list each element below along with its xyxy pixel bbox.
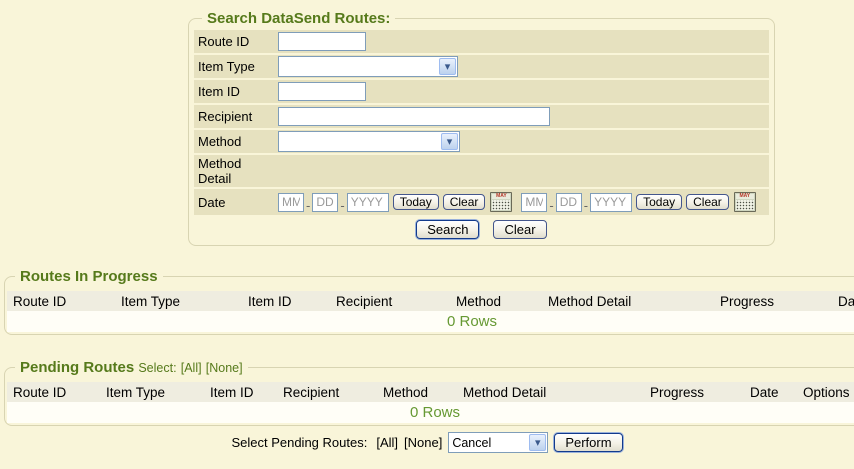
pending-action-all-link[interactable]: [All] <box>376 435 398 450</box>
search-datasend-routes-form: Search DataSend Routes: Route ID Item Ty… <box>188 10 775 246</box>
perform-button[interactable]: Perform <box>554 433 622 452</box>
col-progress: Progress <box>644 382 744 402</box>
table-row: 0 Rows <box>7 311 854 332</box>
date-from-day-input[interactable] <box>312 193 338 212</box>
route-id-label: Route ID <box>198 34 278 49</box>
col-item-id: Item ID <box>242 291 330 311</box>
date-from-today-button[interactable]: Today <box>393 194 439 210</box>
empty-rows-label: 0 Rows <box>7 402 854 423</box>
method-row: Method ▾ <box>194 130 769 153</box>
date-separator: - <box>549 198 553 213</box>
date-to-day-input[interactable] <box>556 193 582 212</box>
route-id-row: Route ID <box>194 30 769 53</box>
pending-routes-table: Route ID Item Type Item ID Recipient Met… <box>7 382 854 423</box>
item-type-row: Item Type ▾ <box>194 55 769 78</box>
recipient-input[interactable] <box>278 107 550 126</box>
pending-action-row: Select Pending Routes: [All] [None] Canc… <box>0 432 854 453</box>
search-form-legend: Search DataSend Routes: <box>202 10 395 27</box>
pending-routes-section: Pending Routes Select: [All] [None] Rout… <box>4 359 854 426</box>
date-label: Date <box>198 195 278 210</box>
pending-action-select-value: Cancel <box>452 436 491 450</box>
pending-action-none-link[interactable]: [None] <box>404 435 442 450</box>
method-detail-row: Method Detail <box>194 155 769 187</box>
col-method: Method <box>450 291 542 311</box>
col-recipient: Recipient <box>277 382 377 402</box>
recipient-label: Recipient <box>198 109 278 124</box>
col-route-id: Route ID <box>7 382 100 402</box>
method-label: Method <box>198 134 278 149</box>
calendar-grid <box>492 200 510 210</box>
col-item-type: Item Type <box>115 291 242 311</box>
table-header-row: Route ID Item Type Item ID Recipient Met… <box>7 382 854 402</box>
col-options: Options <box>797 382 854 402</box>
search-form-buttons: Search Clear <box>194 220 769 239</box>
routes-in-progress-table: Route ID Item Type Item ID Recipient Met… <box>7 291 854 332</box>
chevron-down-icon[interactable]: ▾ <box>441 133 458 150</box>
search-button[interactable]: Search <box>416 220 479 239</box>
date-from-clear-button[interactable]: Clear <box>443 194 486 210</box>
date-to-group: - - Today Clear MAY <box>521 192 755 212</box>
empty-rows-label: 0 Rows <box>7 311 854 332</box>
pending-select-label: Select: <box>138 361 176 375</box>
date-separator: - <box>584 198 588 213</box>
calendar-icon[interactable]: MAY <box>490 192 512 212</box>
date-from-year-input[interactable] <box>347 193 389 212</box>
col-method: Method <box>377 382 457 402</box>
pending-select-all-link[interactable]: [All] <box>181 361 202 375</box>
date-to-clear-button[interactable]: Clear <box>686 194 729 210</box>
date-to-month-input[interactable] <box>521 193 547 212</box>
col-date: Date <box>744 382 797 402</box>
col-recipient: Recipient <box>330 291 450 311</box>
item-id-row: Item ID <box>194 80 769 103</box>
routes-in-progress-section: Routes In Progress Route ID Item Type It… <box>4 268 854 335</box>
col-route-id: Route ID <box>7 291 115 311</box>
select-pending-routes-label: Select Pending Routes: <box>231 435 367 450</box>
col-progress: Progress <box>714 291 832 311</box>
calendar-grid <box>736 200 754 210</box>
method-detail-label: Method Detail <box>198 156 278 186</box>
date-to-today-button[interactable]: Today <box>636 194 682 210</box>
route-id-input[interactable] <box>278 32 366 51</box>
date-separator: - <box>306 198 310 213</box>
item-id-input[interactable] <box>278 82 366 101</box>
pending-routes-title: Pending Routes <box>20 359 134 376</box>
date-from-month-input[interactable] <box>278 193 304 212</box>
pending-routes-legend: Pending Routes Select: [All] [None] <box>15 359 248 376</box>
routes-in-progress-legend: Routes In Progress <box>15 268 163 285</box>
col-date: Date <box>832 291 854 311</box>
col-item-type: Item Type <box>100 382 204 402</box>
calendar-month-label: MAY <box>492 194 510 199</box>
date-row: Date - - Today Clear MAY - - Today Clear… <box>194 189 769 215</box>
table-row: 0 Rows <box>7 402 854 423</box>
method-select[interactable]: ▾ <box>278 131 460 152</box>
col-method-detail: Method Detail <box>457 382 644 402</box>
item-type-label: Item Type <box>198 59 278 74</box>
chevron-down-icon[interactable]: ▾ <box>529 434 546 451</box>
date-separator: - <box>340 198 344 213</box>
item-id-label: Item ID <box>198 84 278 99</box>
item-type-select[interactable]: ▾ <box>278 56 458 77</box>
calendar-month-label: MAY <box>736 194 754 199</box>
col-item-id: Item ID <box>204 382 277 402</box>
table-header-row: Route ID Item Type Item ID Recipient Met… <box>7 291 854 311</box>
calendar-icon[interactable]: MAY <box>734 192 756 212</box>
pending-select-none-link[interactable]: [None] <box>206 361 243 375</box>
chevron-down-icon[interactable]: ▾ <box>439 58 456 75</box>
date-to-year-input[interactable] <box>590 193 632 212</box>
recipient-row: Recipient <box>194 105 769 128</box>
col-method-detail: Method Detail <box>542 291 714 311</box>
date-from-group: - - Today Clear MAY <box>278 192 512 212</box>
pending-action-select[interactable]: Cancel ▾ <box>448 432 548 453</box>
clear-button[interactable]: Clear <box>493 220 546 239</box>
